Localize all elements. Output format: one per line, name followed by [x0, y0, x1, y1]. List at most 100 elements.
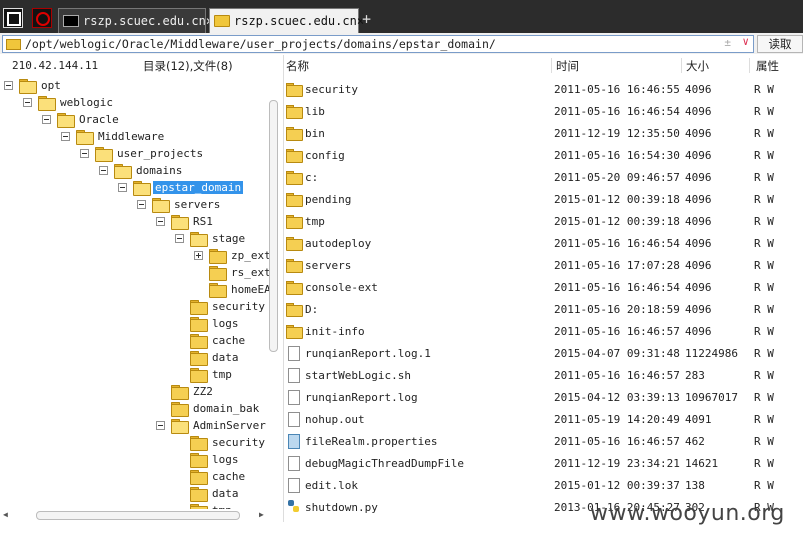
expand-icon[interactable]: [194, 251, 203, 260]
collapse-icon[interactable]: [61, 132, 70, 141]
tree-node[interactable]: rs_ext: [194, 264, 273, 281]
file-row[interactable]: edit.lok 2015-01-12 00:39:37 138 R W: [284, 474, 803, 496]
collapse-icon[interactable]: [4, 81, 13, 90]
tree-node[interactable]: cache: [175, 468, 247, 485]
file-row[interactable]: runqianReport.log.1 2015-04-07 09:31:48 11…: [284, 342, 803, 364]
tree-node-label[interactable]: logs: [210, 317, 241, 330]
tree-node[interactable]: opt: [4, 77, 63, 94]
file-row[interactable]: debugMagicThreadDumpFile 2011-12-19 23:34…: [284, 452, 803, 474]
tab-file-manager[interactable]: rszp.scuec.edu.cn ×: [209, 8, 364, 33]
tree-node[interactable]: Oracle: [42, 111, 121, 128]
tree-node[interactable]: ZZ2: [156, 383, 215, 400]
tree-node[interactable]: logs: [175, 315, 241, 332]
tree-node-label[interactable]: cache: [210, 334, 247, 347]
scrollbar-thumb[interactable]: [269, 100, 278, 352]
tree-node-label[interactable]: logs: [210, 453, 241, 466]
file-row[interactable]: console-ext 2011-05-16 16:46:54 4096 R W: [284, 276, 803, 298]
file-row[interactable]: servers 2011-05-16 17:07:28 4096 R W: [284, 254, 803, 276]
tree-node-label[interactable]: data: [210, 351, 241, 364]
collapse-icon[interactable]: [175, 234, 184, 243]
tree-node[interactable]: logs: [175, 451, 241, 468]
tree-node-label[interactable]: stage: [210, 232, 247, 245]
tree-node[interactable]: cache: [175, 332, 247, 349]
tree-node-label[interactable]: servers: [172, 198, 222, 211]
file-row[interactable]: fileRealm.properties 2011-05-16 16:46:57 4…: [284, 430, 803, 452]
tree-node-label[interactable]: tmp: [210, 368, 234, 381]
file-row[interactable]: runqianReport.log 2015-04-12 03:39:13 1096…: [284, 386, 803, 408]
file-row[interactable]: nohup.out 2011-05-19 14:20:49 4091 R W: [284, 408, 803, 430]
tree-node[interactable]: epstar_domain: [118, 179, 244, 196]
tree-node[interactable]: security: [175, 434, 267, 451]
tree-node[interactable]: stage: [175, 230, 247, 247]
tree-node-label[interactable]: Middleware: [96, 130, 166, 143]
tree-node[interactable]: AdminServer: [156, 417, 268, 434]
path-input[interactable]: /opt/weblogic/Oracle/Middleware/user_pro…: [2, 35, 754, 53]
tree-node[interactable]: user_projects: [80, 145, 205, 162]
tree-node[interactable]: zp_ext: [194, 247, 273, 264]
new-tab-button[interactable]: +: [362, 10, 371, 28]
tree-node[interactable]: Middleware: [61, 128, 166, 145]
file-row[interactable]: init-info 2011-05-16 16:46:57 4096 R W: [284, 320, 803, 342]
chevron-down-icon[interactable]: ∨: [742, 35, 749, 48]
tree-node[interactable]: homeEAR: [194, 281, 279, 298]
tree-node-label[interactable]: security: [210, 436, 267, 449]
collapse-icon[interactable]: [137, 200, 146, 209]
directory-tree[interactable]: opt weblogic Oracle Middleware user_projects…: [0, 77, 283, 522]
scroll-left-icon[interactable]: ◀: [3, 510, 8, 519]
column-time[interactable]: 时间: [556, 58, 579, 74]
tree-node-label[interactable]: data: [210, 487, 241, 500]
collapse-icon[interactable]: [118, 183, 127, 192]
file-row[interactable]: D: 2011-05-16 20:18:59 4096 R W: [284, 298, 803, 320]
file-row[interactable]: autodeploy 2011-05-16 16:46:54 4096 R W: [284, 232, 803, 254]
tab-terminal[interactable]: rszp.scuec.edu.cn ×: [58, 8, 213, 33]
updown-icon[interactable]: ±: [724, 36, 731, 49]
tree-node-label[interactable]: Oracle: [77, 113, 121, 126]
file-row[interactable]: config 2011-05-16 16:54:30 4096 R W: [284, 144, 803, 166]
column-size[interactable]: 大小: [686, 58, 709, 74]
collapse-icon[interactable]: [42, 115, 51, 124]
tree-node-label[interactable]: rs_ext: [229, 266, 273, 279]
read-button[interactable]: 读取: [757, 35, 803, 53]
file-row[interactable]: security 2011-05-16 16:46:55 4096 R W: [284, 78, 803, 100]
file-row[interactable]: c: 2011-05-20 09:46:57 4096 R W: [284, 166, 803, 188]
file-row[interactable]: bin 2011-12-19 12:35:50 4096 R W: [284, 122, 803, 144]
tree-vertical-scrollbar[interactable]: [269, 77, 282, 522]
tree-node[interactable]: servers: [137, 196, 222, 213]
tree-node[interactable]: security: [175, 298, 267, 315]
tree-node-label[interactable]: ZZ2: [191, 385, 215, 398]
tree-node-label[interactable]: opt: [39, 79, 63, 92]
tree-node[interactable]: RS1: [156, 213, 215, 230]
file-row[interactable]: lib 2011-05-16 16:46:54 4096 R W: [284, 100, 803, 122]
scroll-right-icon[interactable]: ▶: [259, 510, 264, 519]
tree-node-label[interactable]: weblogic: [58, 96, 115, 109]
tree-horizontal-scrollbar[interactable]: ◀ ▶: [0, 509, 283, 522]
tree-node[interactable]: data: [175, 485, 241, 502]
tree-node[interactable]: data: [175, 349, 241, 366]
tree-node-label[interactable]: domains: [134, 164, 184, 177]
collapse-icon[interactable]: [80, 149, 89, 158]
tree-node-label[interactable]: zp_ext: [229, 249, 273, 262]
app-menu-icon[interactable]: [3, 8, 23, 28]
tree-node-label[interactable]: cache: [210, 470, 247, 483]
tree-node-label[interactable]: user_projects: [115, 147, 205, 160]
collapse-icon[interactable]: [23, 98, 32, 107]
file-row[interactable]: tmp 2015-01-12 00:39:18 4096 R W: [284, 210, 803, 232]
file-row[interactable]: pending 2015-01-12 00:39:18 4096 R W: [284, 188, 803, 210]
collapse-icon[interactable]: [99, 166, 108, 175]
tree-node[interactable]: tmp: [175, 366, 234, 383]
tree-node-label[interactable]: AdminServer: [191, 419, 268, 432]
tree-node-label[interactable]: security: [210, 300, 267, 313]
tree-node-label[interactable]: domain_bak: [191, 402, 261, 415]
tree-node-label[interactable]: epstar_domain: [153, 181, 244, 194]
file-list[interactable]: security 2011-05-16 16:46:55 4096 R W lib 201…: [284, 78, 803, 522]
tree-node[interactable]: domains: [99, 162, 184, 179]
collapse-icon[interactable]: [156, 421, 165, 430]
column-name[interactable]: 名称: [286, 58, 309, 74]
tree-node[interactable]: domain_bak: [156, 400, 261, 417]
tree-node[interactable]: weblogic: [23, 94, 115, 111]
app-logo-icon[interactable]: [32, 8, 52, 28]
collapse-icon[interactable]: [156, 217, 165, 226]
tree-node-label[interactable]: RS1: [191, 215, 215, 228]
file-row[interactable]: startWebLogic.sh 2011-05-16 16:46:57 283 R …: [284, 364, 803, 386]
column-attr[interactable]: 属性: [756, 58, 779, 74]
